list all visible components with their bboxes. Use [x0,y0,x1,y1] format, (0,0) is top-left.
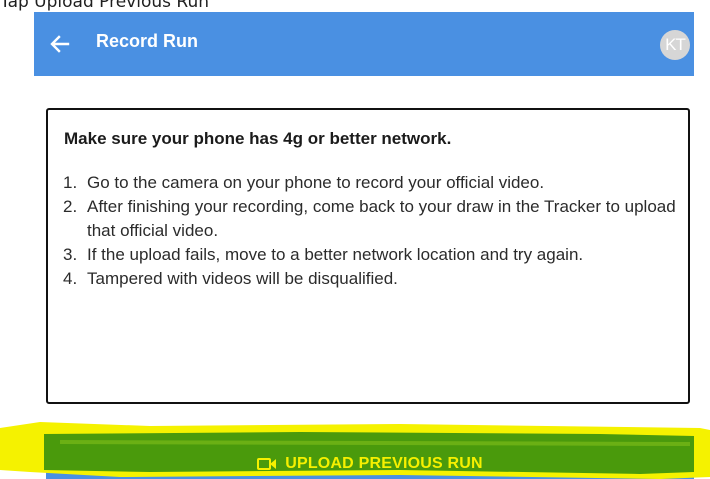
instruction-list: 1. Go to the camera on your phone to rec… [63,171,683,291]
instruction-item: 1. Go to the camera on your phone to rec… [63,171,683,195]
instruction-item: 3. If the upload fails, move to a better… [63,243,683,267]
instruction-number: 2. [63,197,78,216]
user-avatar[interactable]: KT [660,30,690,60]
back-arrow-icon[interactable] [48,32,72,56]
instruction-item: 4. Tampered with videos will be disquali… [63,267,683,291]
instruction-text: Go to the camera on your phone to record… [87,173,545,192]
screenshot-caption: Tap Upload Previous Run [0,0,209,12]
instruction-text: Tampered with videos will be disqualifie… [87,269,398,288]
instruction-item: 2. After finishing your recording, come … [63,195,683,243]
instruction-text: After finishing your recording, come bac… [87,197,676,240]
app-bar: Record Run KT [34,12,694,76]
instruction-text: If the upload fails, move to a better ne… [87,245,584,264]
upload-previous-run-button[interactable] [46,434,694,479]
instruction-number: 3. [63,245,78,264]
instructions-card: Make sure your phone has 4g or better ne… [46,108,690,404]
instruction-number: 4. [63,269,78,288]
network-requirement-heading: Make sure your phone has 4g or better ne… [64,129,452,148]
instruction-number: 1. [63,173,78,192]
page-title: Record Run [96,31,199,51]
